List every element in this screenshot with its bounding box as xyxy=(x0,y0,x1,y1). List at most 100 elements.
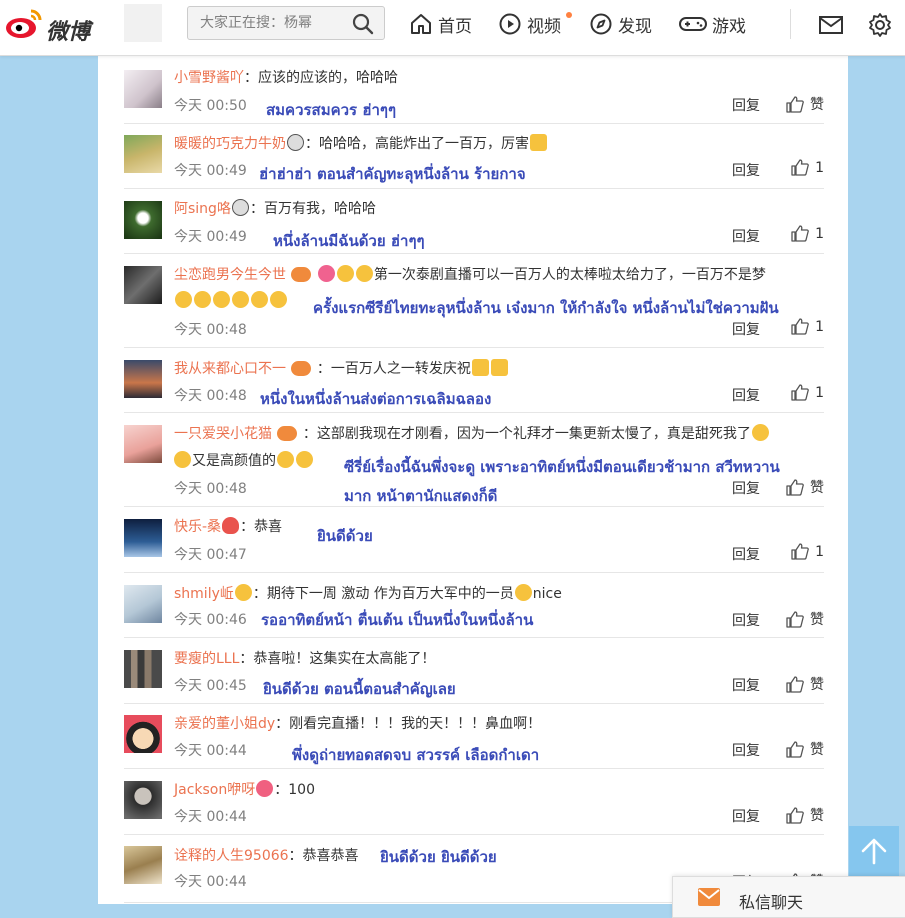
video-icon xyxy=(499,13,521,35)
reply-button[interactable]: 回复 xyxy=(732,675,760,695)
reply-button[interactable]: 回复 xyxy=(732,740,760,760)
user-avatar[interactable] xyxy=(124,519,162,557)
like-button[interactable]: 赞 xyxy=(786,674,824,694)
user-avatar[interactable] xyxy=(124,266,162,304)
thai-translation: สมควรสมควร ฮ่าๆๆ xyxy=(266,101,397,119)
user-avatar[interactable] xyxy=(124,70,162,108)
comment-username[interactable]: 阿sing咯 xyxy=(174,201,231,217)
comment-username[interactable]: shmily岴 xyxy=(174,586,234,602)
nav-discover[interactable]: 发现 xyxy=(589,10,652,38)
comment-line: 我从来都心口不一 ：一百万人之一转发庆祝 xyxy=(174,358,509,378)
comment-row: 快乐-桑 ：恭喜 ยินดีด้วย 今天 00:47 回复 1 xyxy=(124,506,824,573)
thinking-emoji-icon xyxy=(514,584,532,601)
comment-time: 今天 00:44 xyxy=(174,874,247,890)
reply-button[interactable]: 回复 xyxy=(732,478,760,498)
user-avatar[interactable] xyxy=(124,135,162,173)
user-avatar[interactable] xyxy=(124,585,162,623)
user-avatar[interactable] xyxy=(124,425,162,463)
like-button[interactable]: 赞 xyxy=(786,739,824,759)
reply-button[interactable]: 回复 xyxy=(732,385,760,405)
comment-username[interactable]: 尘恋跑男今生今世 xyxy=(174,267,286,283)
reply-button[interactable]: 回复 xyxy=(732,544,760,564)
thumbs-up-icon xyxy=(786,610,804,628)
emoji-icon xyxy=(251,291,268,308)
victory-emoji-icon xyxy=(490,359,508,376)
like-button[interactable]: 赞 xyxy=(786,477,824,497)
gear-icon[interactable] xyxy=(867,12,893,38)
nav-home[interactable]: 首页 xyxy=(409,10,472,38)
user-avatar[interactable] xyxy=(124,715,162,753)
comment-username[interactable]: 暖暖的巧克力牛奶 xyxy=(174,136,286,152)
comment-time: 今天 00:48 xyxy=(174,322,247,338)
comment-time: 今天 00:48 xyxy=(174,388,247,404)
like-button[interactable]: 赞 xyxy=(786,805,824,825)
reply-button[interactable]: 回复 xyxy=(732,806,760,826)
mail-icon[interactable] xyxy=(818,12,844,38)
comment-row: 一只爱哭小花猫 ：这部剧我现在才刚看，因为一个礼拜才一集更新太慢了，真是甜死我了… xyxy=(124,412,824,507)
search-icon[interactable] xyxy=(352,13,374,35)
comment-line: 小雪野酱吖：应该的应该的，哈哈哈 xyxy=(174,67,398,87)
comment-time: 今天 00:49 xyxy=(174,163,247,179)
home-icon xyxy=(411,14,431,34)
thai-translation: ยินดีด้วย ตอนนี้ตอนสำคัญเลย xyxy=(263,680,456,698)
comment-line: 尘恋跑男今生今世 第一次泰剧直播可以一百万人的太棒啦太给力了，一百万不是梦 xyxy=(174,264,766,284)
comment-username[interactable]: 小雪野酱吖 xyxy=(174,70,244,86)
comment-line: 暖暖的巧克力牛奶 ：哈哈哈，高能炸出了一百万，厉害 xyxy=(174,133,548,153)
like-button[interactable]: 1 xyxy=(791,225,824,242)
user-avatar[interactable] xyxy=(124,846,162,884)
like-button[interactable]: 赞 xyxy=(786,609,824,629)
emoji-icon xyxy=(194,291,211,308)
panda-emoji-icon xyxy=(231,199,249,216)
toolbar-divider xyxy=(790,9,791,39)
reply-button[interactable]: 回复 xyxy=(732,160,760,180)
search-input[interactable] xyxy=(188,7,360,39)
emoji-icon xyxy=(213,291,230,308)
back-to-top-button[interactable] xyxy=(849,826,899,876)
comment-username[interactable]: Jackson咿呀 xyxy=(174,782,255,798)
comment-username[interactable]: 我从来都心口不一 xyxy=(174,361,286,377)
private-chat-label: 私信聊天 xyxy=(739,893,804,912)
comment-line: 诠释的人生95066：恭喜恭喜 xyxy=(174,845,359,865)
like-count: 1 xyxy=(815,543,824,560)
thai-translation: รออาทิตย์หน้า ตื่นเต้น เป็นหนึ่งในหนึ่งล… xyxy=(261,611,534,629)
comment-username[interactable]: 一只爱哭小花猫 xyxy=(174,426,272,442)
comment-time: 今天 00:44 xyxy=(174,809,247,825)
comment-time: 今天 00:48 xyxy=(174,481,247,497)
nav-games-label: 游戏 xyxy=(712,16,746,37)
weibo-logo[interactable]: 微博 xyxy=(4,5,104,45)
comment-username[interactable]: 亲爱的董小姐dy xyxy=(174,716,275,732)
smile-emoji-icon xyxy=(355,265,373,282)
like-button[interactable]: 1 xyxy=(791,159,824,176)
comment-username[interactable]: 快乐-桑 xyxy=(174,519,221,535)
comment-row: 要瘦的LLL：恭喜啦！这集实在太高能了！ 今天 00:45 ยินดีด้วย … xyxy=(124,637,824,704)
like-count: 赞 xyxy=(810,742,824,758)
reply-button[interactable]: 回复 xyxy=(732,319,760,339)
weibo-member-icon xyxy=(291,361,312,376)
like-button[interactable]: 1 xyxy=(791,318,824,335)
thai-translation: ซีรี่ย์เรื่องนี้ฉันพึ่งจะดู เพราะอาทิตย์… xyxy=(344,458,780,476)
thai-translation: ยินดีด้วย ยินดีด้วย xyxy=(380,848,497,866)
reply-button[interactable]: 回复 xyxy=(732,95,760,115)
thumbs-up-icon xyxy=(786,740,804,758)
like-count: 赞 xyxy=(810,97,824,113)
weibo-member-icon xyxy=(277,426,298,441)
user-avatar[interactable] xyxy=(124,650,162,688)
like-button[interactable]: 1 xyxy=(791,543,824,560)
user-avatar[interactable] xyxy=(124,781,162,819)
reply-button[interactable]: 回复 xyxy=(732,226,760,246)
comment-time: 今天 00:44 xyxy=(174,743,247,759)
user-avatar[interactable] xyxy=(124,360,162,398)
comment-text: ：期待下一周 激动 作为百万大军中的一员 xyxy=(252,586,514,602)
comment-username[interactable]: 要瘦的LLL xyxy=(174,651,239,667)
like-count: 赞 xyxy=(810,480,824,496)
like-button[interactable]: 赞 xyxy=(786,94,824,114)
comment-time: 今天 00:47 xyxy=(174,547,247,563)
private-chat-bar[interactable]: 私信聊天 xyxy=(672,876,905,918)
nav-games[interactable]: 游戏 xyxy=(679,10,746,38)
like-button[interactable]: 1 xyxy=(791,384,824,401)
reply-button[interactable]: 回复 xyxy=(732,610,760,630)
comment-username[interactable]: 诠释的人生95066 xyxy=(174,848,289,864)
nav-video[interactable]: 视频 xyxy=(498,10,561,38)
thumbs-up-icon xyxy=(791,543,809,560)
user-avatar[interactable] xyxy=(124,201,162,239)
